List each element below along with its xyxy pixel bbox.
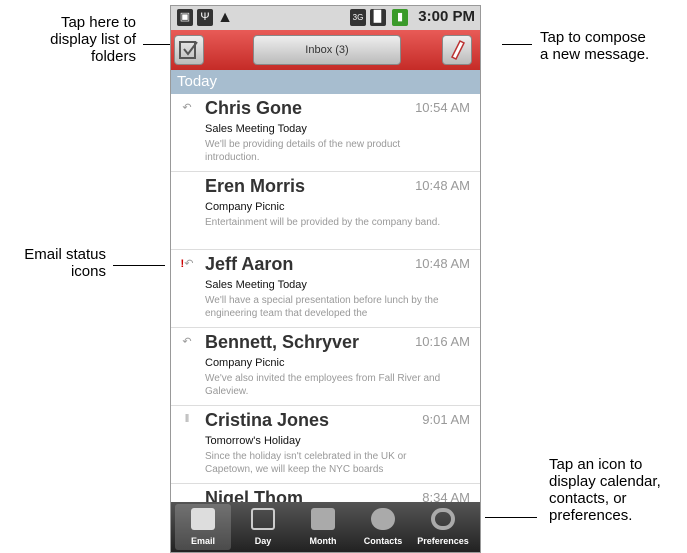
tab-month[interactable]: Month xyxy=(295,504,351,550)
email-sender: Chris Gone xyxy=(205,98,303,118)
bottom-tab-bar: Email Day Month Contacts Preferences xyxy=(171,502,480,552)
email-row[interactable]: ‖ Cristina Jones 9:01 AM Tomorrow's Holi… xyxy=(171,406,480,484)
tab-label: Contacts xyxy=(363,536,403,546)
email-sender: Cristina Jones xyxy=(205,410,330,430)
email-time: 10:48 AM xyxy=(415,256,470,271)
callout-status-icons: Email status icons xyxy=(24,246,106,280)
email-row[interactable]: !↶ Jeff Aaron 10:48 AM Sales Meeting Tod… xyxy=(171,250,480,328)
email-time: 10:48 AM xyxy=(415,178,470,193)
status-time: 3:00 PM xyxy=(418,8,475,25)
email-time: 8:34 AM xyxy=(422,490,470,502)
callout-compose-line xyxy=(502,44,532,45)
email-time: 10:16 AM xyxy=(415,334,470,349)
section-header-today: Today xyxy=(171,70,480,94)
email-preview: We'll be providing details of the new pr… xyxy=(205,139,401,163)
tab-label: Month xyxy=(309,536,337,546)
inbox-folder-button[interactable]: Inbox (3) xyxy=(253,35,401,65)
tab-contacts[interactable]: Contacts xyxy=(355,504,411,550)
signal-icon: ▉ xyxy=(370,9,386,26)
email-sender: Eren Morris xyxy=(205,176,306,196)
callout-folders-line xyxy=(143,44,173,45)
replied-icon: ↶ xyxy=(182,102,192,114)
email-subject: Sales Meeting Today xyxy=(205,123,307,135)
warning-icon: ▲ xyxy=(217,9,233,26)
tab-email[interactable]: Email xyxy=(175,504,231,550)
toolbar: Inbox (3) xyxy=(171,30,480,70)
callout-bottom-icons: Tap an icon to display calendar, contact… xyxy=(549,456,661,524)
callout-bottom-line xyxy=(485,517,537,518)
tab-preferences[interactable]: Preferences xyxy=(415,504,471,550)
tab-label: Preferences xyxy=(417,536,469,546)
email-row[interactable]: Nigel Thom 8:34 AM xyxy=(171,484,480,502)
high-priority-replied-icon: !↶ xyxy=(180,258,194,270)
battery-icon: ▮ xyxy=(392,9,408,26)
tab-label: Email xyxy=(190,536,215,546)
replied-icon: ↶ xyxy=(182,336,192,348)
email-subject: Tomorrow's Holiday xyxy=(205,435,301,447)
gear-icon xyxy=(431,508,455,530)
email-time: 10:54 AM xyxy=(415,100,470,115)
email-subject: Company Picnic xyxy=(205,201,285,213)
callout-compose: Tap to compose a new message. xyxy=(540,29,650,63)
attachment-icon: ‖ xyxy=(184,413,190,425)
email-sender: Jeff Aaron xyxy=(205,254,294,274)
email-sender: Nigel Thom xyxy=(205,488,303,502)
lock-icon: ▣ xyxy=(177,9,193,26)
email-subject: Sales Meeting Today xyxy=(205,279,307,291)
email-row[interactable]: ↶ Bennett, Schryver 10:16 AM Company Pic… xyxy=(171,328,480,406)
email-row[interactable]: ↶ Chris Gone 10:54 AM Sales Meeting Toda… xyxy=(171,94,480,172)
email-sender: Bennett, Schryver xyxy=(205,332,360,352)
email-list[interactable]: ↶ Chris Gone 10:54 AM Sales Meeting Toda… xyxy=(171,94,480,502)
calendar-month-icon xyxy=(311,508,335,530)
contacts-icon xyxy=(371,508,395,530)
email-preview: Entertainment will be provided by the co… xyxy=(205,217,441,228)
email-subject: Company Picnic xyxy=(205,357,285,369)
callout-folders: Tap here to display list of folders xyxy=(50,14,136,65)
good-email-icon xyxy=(191,508,215,530)
folder-list-button[interactable] xyxy=(174,35,204,65)
phone-screen: ▣ Ψ ▲ 3G ▉ ▮ 3:00 PM Inbox (3) Today ↶ C… xyxy=(170,5,481,553)
status-bar: ▣ Ψ ▲ 3G ▉ ▮ 3:00 PM xyxy=(171,6,480,30)
usb-icon: Ψ xyxy=(197,9,213,26)
pencil-icon xyxy=(450,39,466,61)
network-3g-icon: 3G xyxy=(350,9,366,26)
tab-day[interactable]: Day xyxy=(235,504,291,550)
email-row[interactable]: Eren Morris 10:48 AM Company Picnic Ente… xyxy=(171,172,480,250)
callout-status-line xyxy=(113,265,165,266)
email-preview: We'll have a special presentation before… xyxy=(205,295,439,319)
calendar-day-icon xyxy=(251,508,275,530)
tab-label: Day xyxy=(254,536,272,546)
email-preview: We've also invited the employees from Fa… xyxy=(205,373,441,397)
folder-list-icon xyxy=(179,41,198,59)
compose-button[interactable] xyxy=(442,35,472,65)
email-time: 9:01 AM xyxy=(422,412,470,427)
email-preview: Since the holiday isn't celebrated in th… xyxy=(205,451,407,475)
